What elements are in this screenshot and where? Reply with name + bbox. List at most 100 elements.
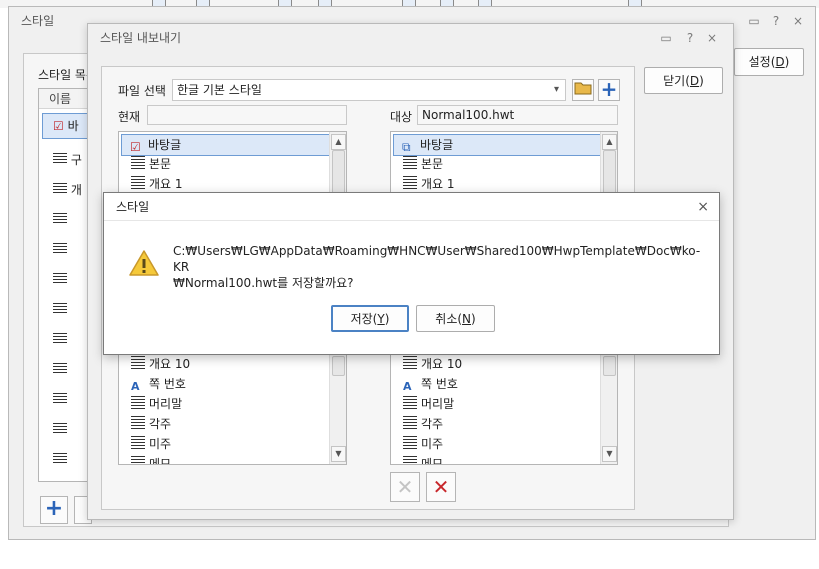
paragraph-style-icon	[53, 363, 67, 375]
current-list-item[interactable]: 머리말	[121, 394, 331, 414]
settings-button[interactable]: 설정(D)	[734, 48, 804, 76]
paragraph-style-icon	[403, 436, 417, 450]
close-button[interactable]: 닫기(D)	[644, 67, 723, 94]
file-select-label: 파일 선택	[118, 84, 166, 98]
paragraph-style-icon	[53, 423, 67, 435]
help-icon[interactable]: ?	[765, 7, 787, 35]
add-style-button[interactable]: +	[40, 496, 68, 524]
target-label: 대상	[390, 110, 413, 124]
paragraph-style-icon	[403, 356, 417, 370]
paragraph-style-icon	[53, 213, 67, 225]
scroll-thumb[interactable]	[603, 150, 616, 194]
paragraph-style-icon	[53, 393, 67, 405]
paragraph-style-icon	[131, 176, 145, 190]
current-list-item[interactable]: A쪽 번호	[121, 374, 331, 394]
paragraph-style-icon	[131, 156, 145, 170]
paragraph-style-icon	[53, 243, 67, 255]
current-list-item-selected[interactable]: ☑ 바탕글	[121, 134, 333, 156]
style-list-item[interactable]	[53, 333, 67, 347]
target-list-item[interactable]: 본문	[393, 154, 603, 174]
scroll-down-icon[interactable]: ▼	[602, 446, 617, 462]
target-list-item[interactable]: 머리말	[393, 394, 603, 414]
style-list-item[interactable]: 구	[53, 151, 82, 168]
close-icon[interactable]: ×	[787, 7, 809, 35]
paragraph-style-icon	[131, 416, 145, 430]
paragraph-style-icon	[53, 333, 67, 345]
paragraph-style-icon	[403, 176, 417, 190]
scroll-up-icon[interactable]: ▲	[602, 134, 617, 150]
file-select-value: 한글 기본 스타일	[177, 83, 262, 97]
current-list-item[interactable]: 메모	[121, 454, 331, 464]
scroll-up-icon[interactable]: ▲	[331, 134, 346, 150]
style-list-item[interactable]	[53, 303, 67, 317]
save-confirm-dialog: 스타일 × C:₩Users₩LG₩AppData₩Roaming₩HNC₩Us…	[103, 192, 720, 355]
char-style-icon: A	[403, 380, 412, 393]
delete-all-button[interactable]: ✕	[426, 472, 456, 502]
dialog-message-line2: ₩Normal100.hwt를 저장할까요?	[173, 276, 354, 290]
warning-icon	[128, 249, 160, 277]
style-list-item[interactable]: 개	[53, 181, 82, 198]
paragraph-style-icon	[131, 396, 145, 410]
style-list-item-label: 개	[70, 183, 82, 197]
current-list-item[interactable]: 개요 1	[121, 174, 331, 194]
scroll-thumb-lower[interactable]	[332, 356, 345, 376]
dialog-message: C:₩Users₩LG₩AppData₩Roaming₩HNC₩User₩Sha…	[173, 243, 703, 291]
close-icon[interactable]: ×	[701, 24, 723, 52]
target-list-item-selected[interactable]: ⧉ 바탕글	[393, 134, 605, 156]
paragraph-style-icon	[403, 396, 417, 410]
paragraph-style-icon	[53, 303, 67, 315]
current-file-field	[147, 105, 347, 125]
chat-icon[interactable]: ▭	[655, 24, 677, 52]
scroll-down-icon[interactable]: ▼	[331, 446, 346, 462]
chevron-down-icon[interactable]: ▾	[554, 80, 559, 100]
scroll-thumb[interactable]	[332, 150, 345, 194]
paragraph-style-icon	[53, 153, 67, 165]
remove-style-button-disabled[interactable]: ✕	[390, 472, 420, 502]
target-list-item[interactable]: 각주	[393, 414, 603, 434]
paragraph-style-icon	[403, 156, 417, 170]
style-list-item[interactable]	[53, 273, 67, 287]
target-file-field: Normal100.hwt	[417, 105, 618, 125]
close-icon[interactable]: ×	[697, 193, 709, 221]
checkmark-icon: ☑	[53, 119, 64, 133]
checkmark-icon: ☑	[130, 140, 141, 154]
linked-style-icon: ⧉	[402, 140, 411, 154]
file-select-dropdown[interactable]: 한글 기본 스타일 ▾	[172, 79, 566, 101]
paragraph-style-icon	[131, 436, 145, 450]
scroll-thumb-lower[interactable]	[603, 356, 616, 376]
target-list-item[interactable]: 개요 10	[393, 354, 603, 374]
folder-icon	[574, 82, 592, 95]
export-window-title: 스타일 내보내기	[100, 31, 182, 45]
paragraph-style-icon	[131, 356, 145, 370]
current-list-item[interactable]: 개요 10	[121, 354, 331, 374]
current-list-item[interactable]: 미주	[121, 434, 331, 454]
style-list-item-label: 바	[67, 119, 79, 133]
help-icon[interactable]: ?	[679, 24, 701, 52]
target-list-item[interactable]: 미주	[393, 434, 603, 454]
current-label: 현재	[118, 110, 141, 124]
paragraph-style-icon	[53, 273, 67, 285]
paragraph-style-icon	[131, 456, 145, 464]
cancel-button[interactable]: 취소(N)	[416, 305, 495, 332]
style-list-item[interactable]	[53, 453, 67, 467]
paragraph-style-icon	[403, 456, 417, 464]
target-list-item[interactable]: 메모	[393, 454, 603, 464]
current-list-item[interactable]: 본문	[121, 154, 331, 174]
save-button[interactable]: 저장(Y)	[331, 305, 409, 332]
current-list-item[interactable]: 각주	[121, 414, 331, 434]
open-folder-button[interactable]	[572, 79, 594, 101]
style-list-item[interactable]	[53, 363, 67, 377]
char-style-icon: A	[131, 380, 140, 393]
chat-icon[interactable]: ▭	[743, 7, 765, 35]
style-list-item[interactable]	[53, 393, 67, 407]
paragraph-style-icon	[403, 416, 417, 430]
style-list-item[interactable]	[53, 213, 67, 227]
target-list-item[interactable]: 개요 1	[393, 174, 603, 194]
add-file-button[interactable]: +	[598, 79, 620, 101]
dialog-message-line1: C:₩Users₩LG₩AppData₩Roaming₩HNC₩User₩Sha…	[173, 244, 701, 274]
target-list-item[interactable]: A쪽 번호	[393, 374, 603, 394]
paragraph-style-icon	[53, 183, 67, 195]
paragraph-style-icon	[53, 453, 67, 465]
style-list-item[interactable]	[53, 243, 67, 257]
style-list-item[interactable]	[53, 423, 67, 437]
